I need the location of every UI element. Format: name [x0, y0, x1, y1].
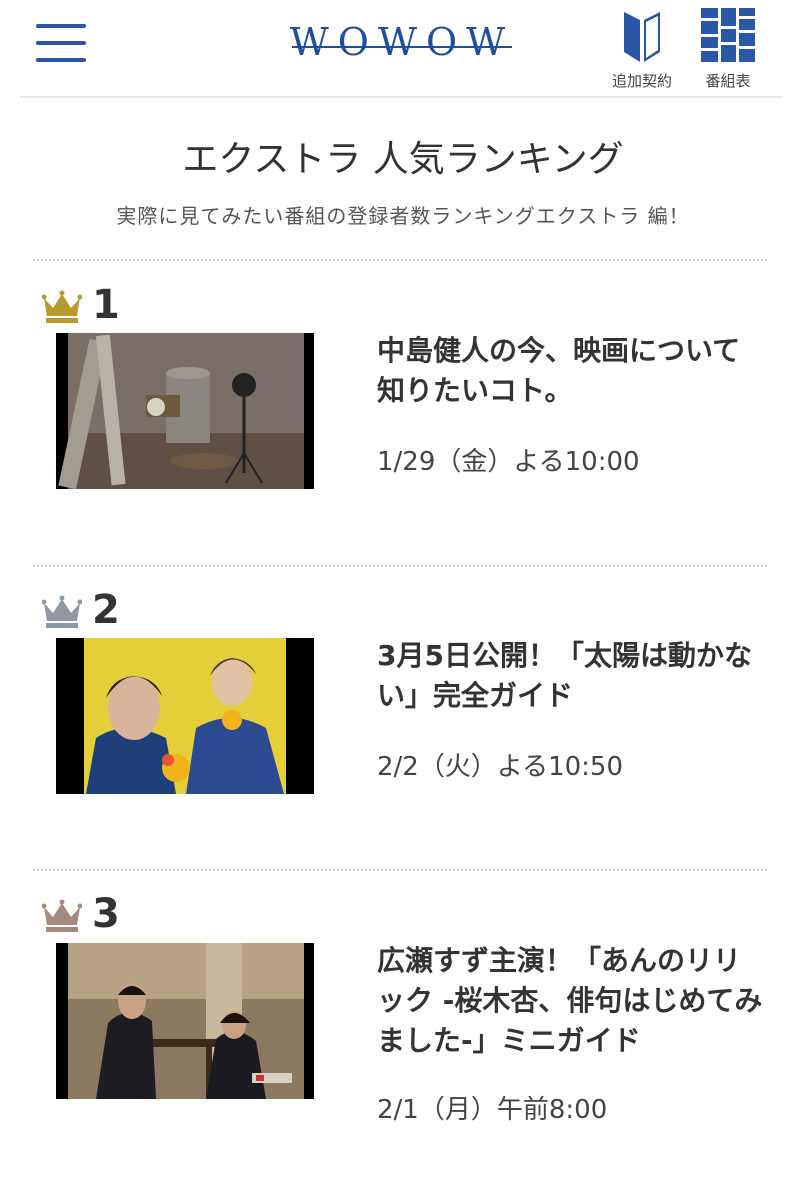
app-header: WOWOW 追加契約 番組表	[20, 0, 782, 98]
thumbnail-image	[56, 638, 314, 794]
page-title: エクストラ 人気ランキング	[182, 139, 624, 180]
nav-program-guide[interactable]: 番組表	[688, 6, 768, 90]
silver-crown-icon	[42, 595, 82, 628]
bronze-crown-icon	[42, 899, 82, 932]
program-airtime-1: 1/29（金）よる10:00	[377, 447, 640, 477]
program-thumbnail-2[interactable]	[56, 638, 314, 794]
divider	[33, 259, 767, 261]
nav-additional-contract[interactable]: 追加契約	[602, 6, 682, 90]
hamburger-menu-icon[interactable]	[36, 24, 86, 64]
thumbnail-image	[56, 943, 314, 1099]
program-title-1[interactable]: 中島健人の今、映画について知りたいコト。	[377, 331, 767, 411]
rank-number: 3	[92, 891, 120, 937]
thumbnail-image	[56, 333, 314, 489]
beginner-mark-icon	[624, 12, 660, 62]
program-thumbnail-3[interactable]	[56, 943, 314, 1099]
nav-label: 追加契約	[611, 72, 672, 90]
rank-number: 1	[92, 282, 120, 328]
gold-crown-icon	[42, 290, 82, 323]
page-subtitle: 実際に見てみたい番組の登録者数ランキングエクストラ 編！	[116, 204, 690, 228]
divider	[33, 565, 767, 567]
wowow-logo[interactable]: WOWOW	[282, 18, 522, 66]
program-airtime-3: 2/1（月）午前8:00	[377, 1095, 608, 1125]
program-airtime-2: 2/2（火）よる10:50	[377, 752, 623, 782]
program-title-2[interactable]: 3月5日公開！「太陽は動かない」完全ガイド	[377, 636, 767, 716]
rank-number: 2	[92, 587, 120, 633]
nav-label: 番組表	[705, 72, 751, 90]
program-thumbnail-1[interactable]	[56, 333, 314, 489]
program-title-3[interactable]: 広瀬すず主演！「あんのリリック -桜木杏、俳句はじめてみました-」ミニガイド	[377, 941, 767, 1061]
divider	[33, 869, 767, 871]
program-grid-icon	[701, 8, 755, 62]
